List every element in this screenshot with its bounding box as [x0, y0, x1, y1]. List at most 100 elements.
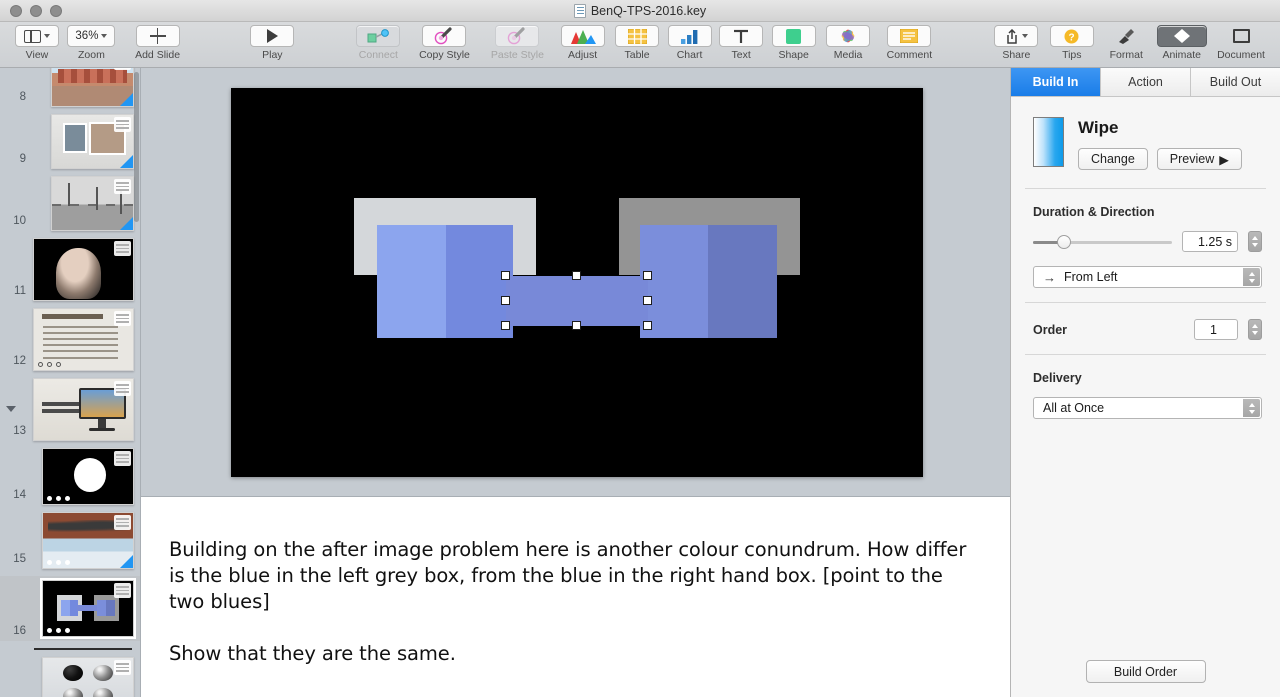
toolbar-paste-style-label: Paste Style [490, 49, 544, 61]
slide-navigator[interactable]: 8 9 10 11 12 13 14 15 16 [0, 68, 140, 697]
selection-handle-top-right[interactable] [643, 271, 652, 280]
build-order-button[interactable]: Build Order [1085, 660, 1206, 683]
slide-thumbnail[interactable] [42, 448, 134, 505]
left-blue-light-rect[interactable] [377, 225, 446, 338]
maximize-button[interactable] [50, 5, 62, 17]
skew-marker-icon [120, 555, 133, 568]
toolbar-media-button[interactable]: Media [821, 22, 875, 61]
toolbar-text-label: Text [731, 49, 751, 61]
toolbar-adjust-button[interactable]: Adjust [554, 22, 610, 61]
navigator-slide-16[interactable]: 16 [0, 576, 140, 641]
toolbar-play-button[interactable]: Play [243, 22, 301, 61]
toolbar-document-button[interactable]: Document [1210, 22, 1272, 61]
notes-paragraph-1: Building on the after image problem here… [169, 538, 967, 613]
toolbar-share-button[interactable]: Share [988, 22, 1044, 61]
notes-indicator-icon [114, 179, 131, 194]
table-icon [627, 28, 647, 44]
navigator-slide-17[interactable]: 17 [0, 657, 140, 697]
build-indicator-dots [47, 560, 70, 565]
duration-slider[interactable] [1033, 234, 1172, 249]
minimize-button[interactable] [30, 5, 42, 17]
navigator-slide-12[interactable]: 12 [0, 308, 140, 371]
navigator-slide-15[interactable]: 15 [0, 512, 140, 569]
preview-label: Preview [1169, 152, 1215, 166]
toolbar-copy-style-button[interactable]: Copy Style [409, 22, 481, 61]
close-button[interactable] [10, 5, 22, 17]
toolbar-table-button[interactable]: Table [611, 22, 664, 61]
notes-indicator-icon [114, 660, 131, 675]
right-blue-dark-rect[interactable] [708, 225, 777, 338]
toolbar-shape-label: Shape [778, 49, 809, 61]
window-controls[interactable] [10, 5, 62, 17]
slide-thumbnail[interactable] [33, 308, 134, 371]
toolbar-animate-label: Animate [1162, 49, 1201, 61]
zoom-value: 36% [75, 30, 99, 42]
animate-inspector: Build In Action Build Out Wipe Change Pr… [1010, 68, 1280, 697]
toolbar-view-button[interactable]: View [12, 22, 63, 61]
navigator-slide-14[interactable]: 14 [0, 448, 140, 505]
popup-arrows-icon [1243, 268, 1260, 286]
navigator-scrollbar[interactable] [134, 72, 139, 222]
toolbar-add-slide-button[interactable]: Add Slide [121, 22, 195, 61]
toolbar-view-label: View [25, 49, 49, 61]
connecting-blue-bar[interactable] [506, 276, 648, 326]
duration-stepper[interactable] [1248, 231, 1262, 252]
toolbar-animate-button[interactable]: Animate [1154, 22, 1210, 61]
toolbar-shape-button[interactable]: Shape [766, 22, 820, 61]
navigator-slide-8[interactable]: 8 [0, 68, 140, 107]
paintbrush-icon [1119, 29, 1135, 44]
preview-effect-button[interactable]: Preview ▶ [1156, 148, 1242, 170]
selection-handle-bottom-center[interactable] [572, 321, 581, 330]
selection-handle-middle-right[interactable] [643, 296, 652, 305]
slide-thumbnail[interactable] [33, 378, 134, 441]
slide-canvas[interactable] [231, 88, 923, 477]
inspector-tab-bar[interactable]: Build In Action Build Out [1011, 68, 1280, 97]
slide-thumbnail[interactable] [42, 512, 134, 569]
navigator-slide-13[interactable]: 13 [0, 378, 140, 441]
selection-handle-top-center[interactable] [572, 271, 581, 280]
tab-action[interactable]: Action [1101, 68, 1191, 96]
toolbar-tips-button[interactable]: ? Tips [1045, 22, 1099, 61]
selection-handle-top-left[interactable] [501, 271, 510, 280]
popup-arrows-icon [1243, 399, 1260, 417]
slide-number: 10 [13, 215, 26, 227]
slide-thumbnail[interactable] [42, 657, 134, 697]
slider-knob[interactable] [1056, 234, 1071, 249]
slide-number: 9 [19, 153, 26, 165]
selection-handle-bottom-left[interactable] [501, 321, 510, 330]
duration-value-field[interactable]: 1.25 s [1182, 231, 1238, 252]
tab-build-in[interactable]: Build In [1011, 68, 1101, 96]
slide-thumbnail[interactable] [40, 578, 136, 639]
toolbar-paste-style-button[interactable]: Paste Style [480, 22, 554, 61]
slide-canvas-area[interactable] [140, 68, 1010, 496]
selection-handle-bottom-right[interactable] [643, 321, 652, 330]
notes-indicator-icon [114, 515, 131, 530]
skew-marker-icon [120, 93, 133, 106]
navigator-slide-11[interactable]: 11 [0, 238, 140, 301]
disclosure-triangle-icon[interactable] [6, 405, 16, 412]
navigator-slide-9[interactable]: 9 [0, 114, 140, 169]
slide-thumbnail[interactable] [51, 68, 134, 107]
toolbar-chart-button[interactable]: Chart [663, 22, 716, 61]
toolbar-zoom-button[interactable]: 36% Zoom [62, 22, 120, 61]
toolbar-connect-button[interactable]: Connect [348, 22, 408, 61]
duration-direction-section: Duration & Direction 1.25 s → From Left [1011, 189, 1280, 302]
slide-thumbnail[interactable] [33, 238, 134, 301]
toolbar-table-label: Table [624, 49, 650, 61]
slide-thumbnail[interactable] [51, 176, 134, 231]
delivery-popup-button[interactable]: All at Once [1033, 397, 1262, 419]
selection-handle-middle-left[interactable] [501, 296, 510, 305]
tab-build-out[interactable]: Build Out [1191, 68, 1280, 96]
toolbar-text-button[interactable]: Text [716, 22, 767, 61]
presenter-notes-pane[interactable]: Building on the after image problem here… [140, 496, 1010, 697]
toolbar-comment-button[interactable]: Comment [875, 22, 943, 61]
order-value-field[interactable]: 1 [1194, 319, 1238, 340]
change-effect-button[interactable]: Change [1078, 148, 1148, 170]
toolbar-format-button[interactable]: Format [1099, 22, 1153, 61]
share-upload-icon [1007, 28, 1017, 44]
slide-thumbnail[interactable] [51, 114, 134, 169]
navigator-slide-10[interactable]: 10 [0, 176, 140, 231]
direction-popup-button[interactable]: → From Left [1033, 266, 1262, 288]
notes-paragraph-2: Show that they are the same. [169, 642, 456, 665]
order-stepper[interactable] [1248, 319, 1262, 340]
